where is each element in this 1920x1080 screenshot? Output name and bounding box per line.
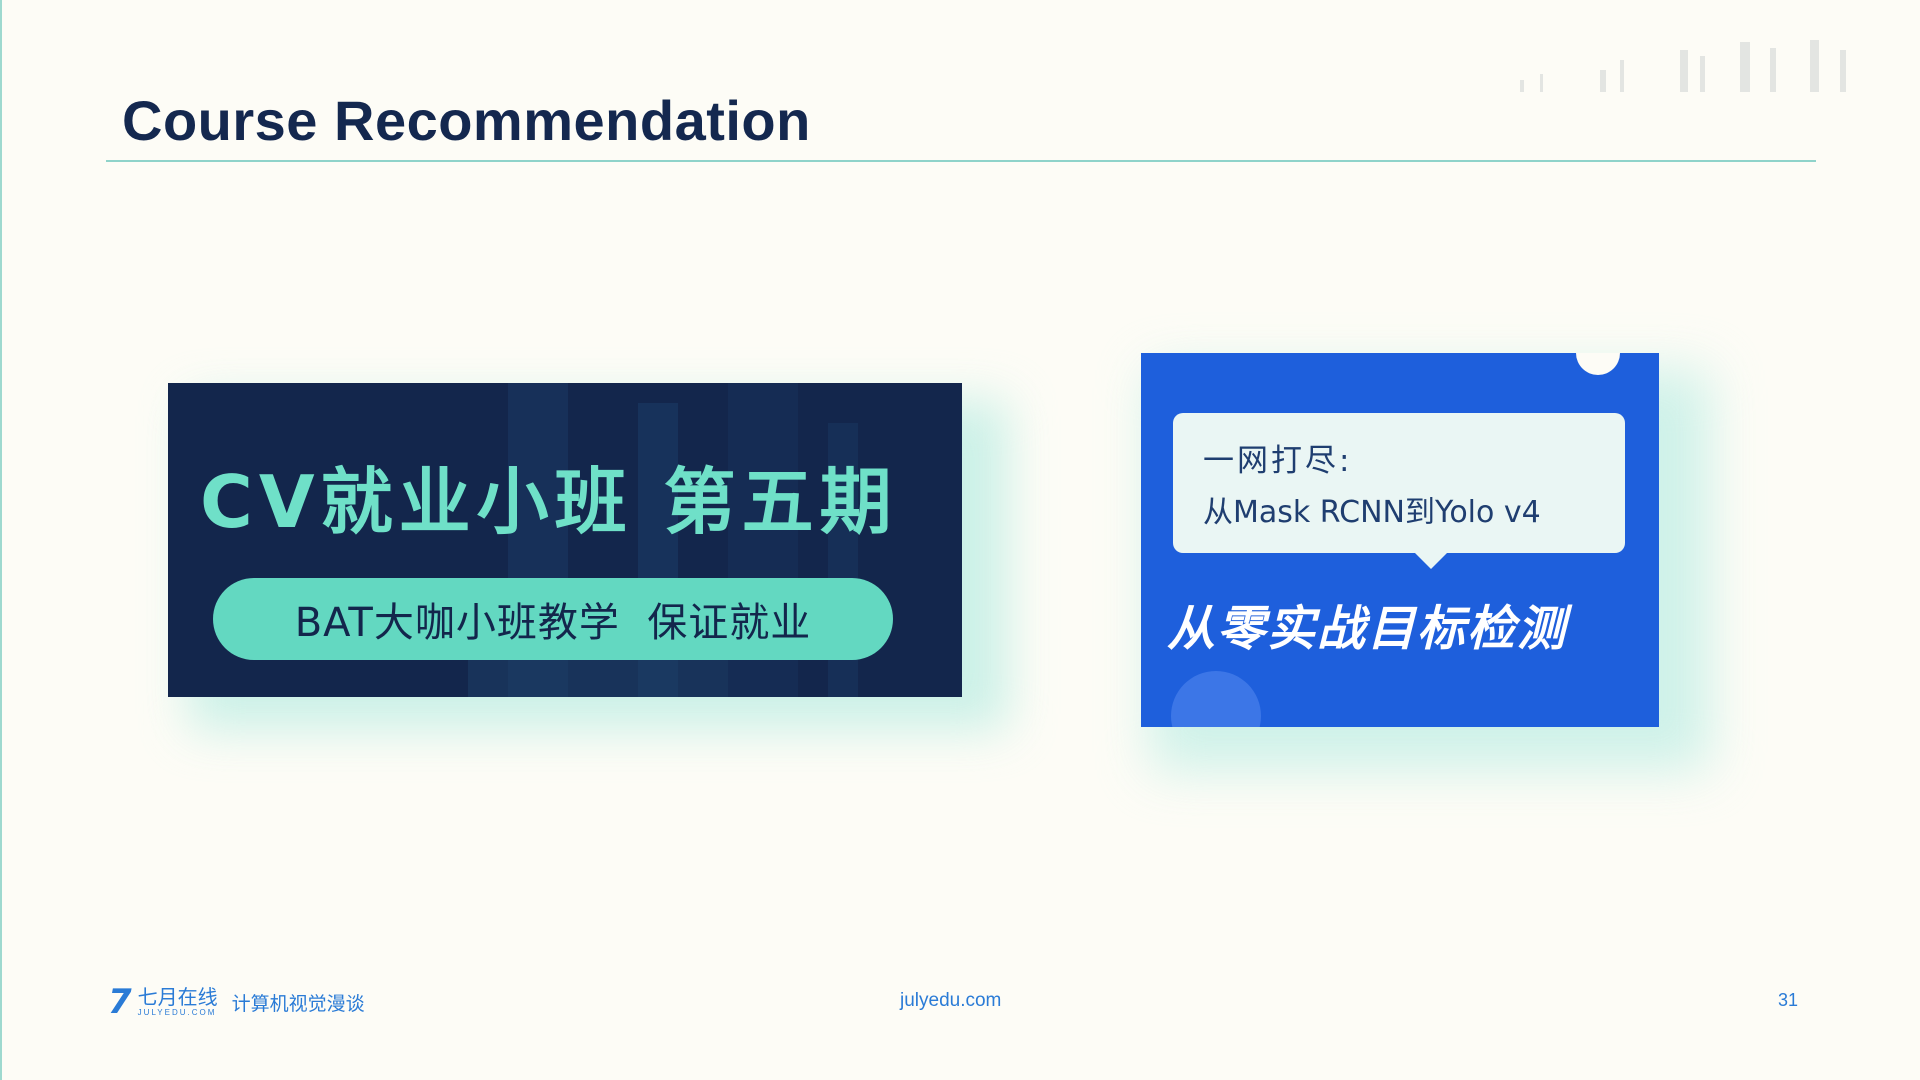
speech-bubble: 一网打尽: 从Mask RCNN到Yolo v4 [1173,413,1625,553]
page-number: 31 [1778,990,1799,1010]
title-divider [106,160,1816,162]
julyedu-logo-icon: 7 [108,982,132,1022]
card-corner-notch [1576,353,1620,375]
left-edge-rule [0,0,2,1080]
cv-class-tagline-pill: BAT大咖小班教学 保证就业 [213,578,893,660]
page-title: Course Recommendation [122,89,811,152]
speech-bubble-heading: 一网打尽: [1203,443,1353,479]
logo-english-name: JULYEDU.COM [137,1008,217,1017]
speech-bubble-subtitle: 从Mask RCNN到Yolo v4 [1203,495,1541,530]
logo-chinese-name: 七月在线 [137,985,218,1009]
cv-class-course-card[interactable]: CV就业小班 第五期 BAT大咖小班教学 保证就业 [168,383,962,697]
footer-brand: 7 七月在线 JULYEDU.COM 计算机视觉漫谈 [108,984,365,1020]
cv-class-title: CV就业小班 第五期 [200,460,898,544]
speech-bubble-tail [1413,551,1449,569]
footer-series-title: 计算机视觉漫谈 [231,992,365,1015]
decorative-circle [1171,671,1261,727]
footer-website-link[interactable]: julyedu.com [900,990,1001,1012]
watermark-graphic [1520,40,1846,92]
detection-course-title: 从零实战目标检测 [1167,601,1568,657]
object-detection-course-card[interactable]: 一网打尽: 从Mask RCNN到Yolo v4 从零实战目标检测 [1141,353,1659,727]
logo-wordmark: 七月在线 JULYEDU.COM [138,987,218,1017]
